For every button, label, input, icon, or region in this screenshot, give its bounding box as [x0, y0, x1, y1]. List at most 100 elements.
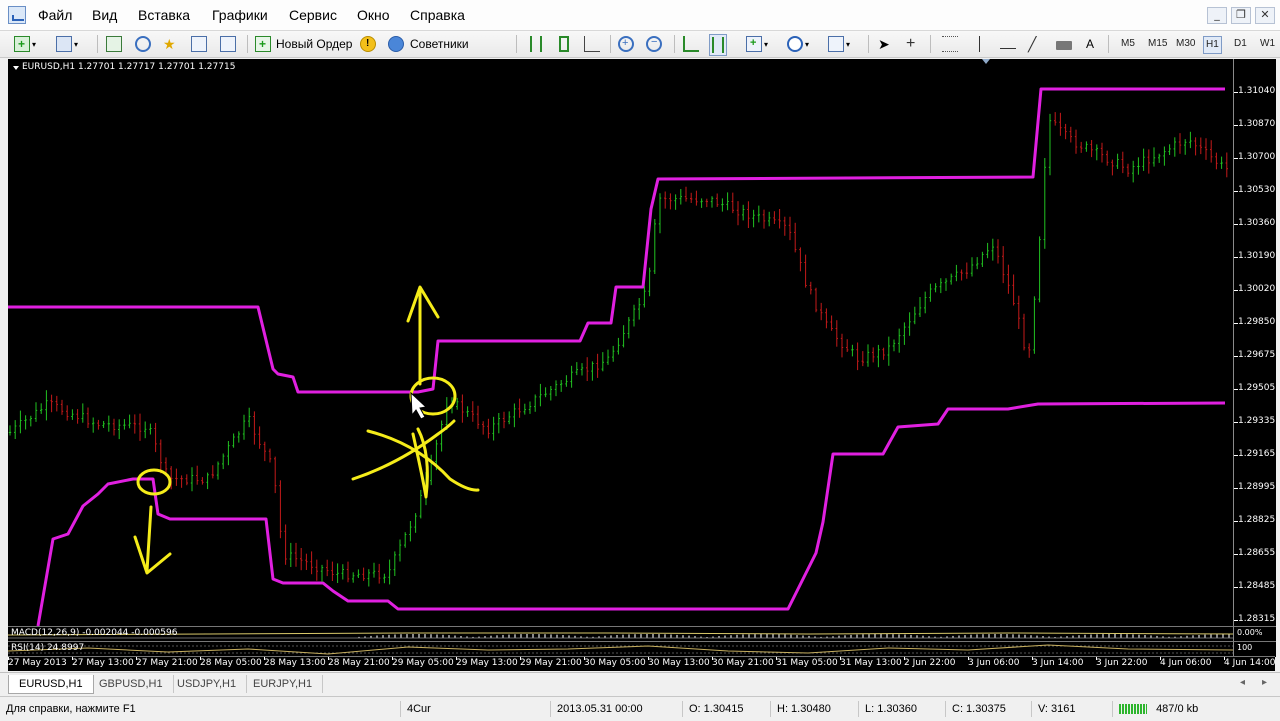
tab-eurjpy-h1[interactable]: EURJPY,H1 — [243, 675, 324, 693]
status-profile[interactable]: 4Cur — [400, 701, 431, 717]
close-icon[interactable]: ✕ — [1255, 7, 1275, 24]
macd-bar — [466, 636, 468, 638]
vertical-line-tool-button[interactable] — [972, 34, 980, 54]
tab-usdjpy-h1[interactable]: USDJPY,H1 — [167, 675, 248, 693]
time-tick — [136, 657, 137, 660]
rsi-window[interactable]: RSI(14) 24.8997 — [8, 641, 1233, 657]
macd-window[interactable]: MACD(12,26,9) -0.002044 -0.000596 — [8, 626, 1233, 642]
menu-tools[interactable]: Сервис — [289, 7, 337, 23]
status-datetime: 2013.05.31 00:00 — [550, 701, 643, 717]
menu-file[interactable]: Файл — [38, 7, 72, 23]
macd-bar — [700, 636, 702, 638]
macd-bar — [616, 635, 618, 638]
vertical-line-button[interactable] — [942, 34, 958, 54]
timeframe-w1[interactable]: W1 — [1258, 36, 1277, 52]
time-label: 29 May 21:00 — [520, 658, 582, 668]
expert-advisors-button[interactable]: Советники — [388, 34, 469, 54]
connection-status[interactable]: 487/0 kb — [1112, 701, 1198, 717]
templates-button[interactable]: ▾ — [828, 34, 850, 54]
cursor-button[interactable]: ➤ — [878, 34, 894, 54]
trendline-button[interactable]: ╱ — [1028, 34, 1044, 54]
minimize-icon[interactable]: _ — [1207, 7, 1227, 24]
profiles-button[interactable]: ▾ — [56, 34, 78, 54]
macd-bar — [544, 634, 546, 638]
new-order-button[interactable]: + Новый Ордер — [255, 34, 352, 54]
auto-scroll-button[interactable] — [683, 34, 699, 54]
alert-button[interactable]: ! — [360, 34, 376, 54]
grid-lines-icon — [942, 36, 958, 52]
macd-bar — [562, 635, 564, 638]
indicators-button[interactable]: + ▾ — [746, 34, 768, 54]
chart-shift-marker-icon[interactable] — [982, 59, 990, 64]
menu-view[interactable]: Вид — [92, 7, 117, 23]
timeframe-m30[interactable]: M30 — [1174, 36, 1197, 52]
timeframe-m5[interactable]: M5 — [1119, 36, 1137, 52]
macd-bar — [1192, 635, 1194, 638]
terminal-button[interactable] — [191, 34, 207, 54]
time-axis[interactable]: 27 May 2013 27 May 13:00 27 May 21:00 28 Ma… — [8, 656, 1275, 671]
timeframe-m15[interactable]: M15 — [1146, 36, 1169, 52]
macd-bar — [970, 634, 972, 638]
bar-chart-button[interactable] — [528, 34, 542, 54]
chart-menu-icon[interactable] — [13, 66, 19, 70]
rectangle-button[interactable] — [1056, 34, 1072, 54]
navigator-button[interactable]: ★ — [163, 34, 179, 54]
macd-bar — [850, 634, 852, 638]
toolbar: + ▾ ▾ ★ + Новый Ордер ! Советники + − + ▾ … — [0, 31, 1280, 58]
crosshair-icon — [135, 36, 151, 52]
macd-bar — [1066, 636, 1068, 638]
tester-button[interactable] — [220, 34, 236, 54]
horizontal-line-button[interactable] — [1000, 34, 1016, 54]
macd-bar — [1078, 635, 1080, 638]
restore-icon[interactable]: ❐ — [1231, 7, 1251, 24]
time-label: 28 May 21:00 — [328, 658, 390, 668]
macd-bar — [772, 634, 774, 638]
time-label: 27 May 2013 — [8, 658, 67, 668]
menu-insert[interactable]: Вставка — [138, 7, 190, 23]
tab-scroll-left-icon[interactable]: ◂ — [1240, 677, 1245, 688]
macd-bar — [838, 635, 840, 638]
annotations — [133, 285, 480, 575]
time-tick — [584, 657, 585, 660]
crosshair-tool-icon: + — [906, 35, 916, 52]
macd-bar — [376, 635, 378, 638]
macd-bar — [538, 634, 540, 638]
macd-bar — [862, 634, 864, 638]
price-chart[interactable] — [8, 59, 1233, 626]
data-window-button[interactable] — [135, 34, 151, 54]
app-icon[interactable] — [8, 6, 26, 24]
macd-bar — [580, 636, 582, 638]
chart-canvas[interactable] — [8, 59, 1233, 626]
tab-gbpusd-h1[interactable]: GBPUSD,H1 — [89, 675, 174, 693]
time-tick — [840, 657, 841, 660]
macd-bar — [880, 634, 882, 638]
time-tick — [392, 657, 393, 660]
crosshair-tool-button[interactable]: + — [906, 34, 922, 54]
tab-scroll-right-icon[interactable]: ▸ — [1262, 677, 1267, 688]
zoom-in-button[interactable]: + — [618, 34, 634, 54]
tab-eurusd-h1[interactable]: EURUSD,H1 — [8, 675, 94, 694]
time-label: 28 May 05:00 — [200, 658, 262, 668]
market-watch-button[interactable] — [106, 34, 122, 54]
menu-window[interactable]: Окно — [357, 7, 390, 23]
new-chart-button[interactable]: + ▾ — [14, 34, 36, 54]
macd-bar — [1072, 635, 1074, 638]
macd-bar — [922, 635, 924, 638]
macd-bar — [646, 634, 648, 638]
status-help: Для справки, нажмите F1 — [6, 703, 136, 715]
zoom-out-button[interactable]: − — [646, 34, 662, 54]
price-axis[interactable]: 1.31040 1.30870 1.30700 1.30530 1.30360 1.301… — [1233, 59, 1276, 626]
line-chart-button[interactable] — [584, 34, 600, 54]
chart-shift-button[interactable] — [709, 34, 727, 56]
periods-button[interactable]: ▾ — [787, 34, 809, 54]
menu-charts[interactable]: Графики — [212, 7, 268, 23]
menu-help[interactable]: Справка — [410, 7, 465, 23]
macd-bar — [550, 634, 552, 638]
time-label: 30 May 21:00 — [712, 658, 774, 668]
zoom-out-icon: − — [646, 36, 662, 52]
timeframe-h1[interactable]: H1 — [1203, 36, 1222, 54]
macd-bar — [682, 635, 684, 638]
timeframe-d1[interactable]: D1 — [1232, 36, 1249, 52]
text-tool-button[interactable]: A — [1086, 34, 1094, 54]
candle-chart-button[interactable] — [556, 34, 569, 54]
